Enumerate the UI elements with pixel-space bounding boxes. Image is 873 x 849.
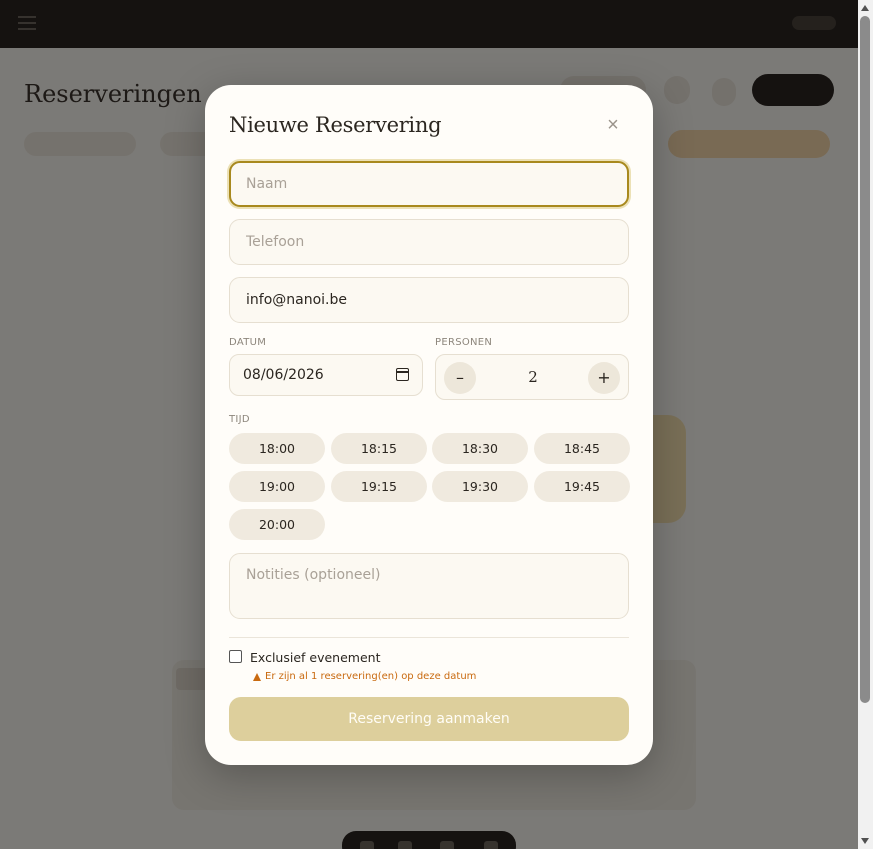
calendar-icon[interactable] [396, 368, 409, 381]
time-slot-button[interactable]: 20:00 [229, 509, 325, 540]
persons-label: PERSONEN [435, 337, 493, 348]
time-slot-button[interactable]: 18:30 [432, 433, 528, 464]
time-slot-button[interactable]: 18:00 [229, 433, 325, 464]
time-slot-button[interactable]: 18:45 [534, 433, 630, 464]
persons-value: 2 [528, 368, 538, 386]
decrease-persons-button[interactable]: – [444, 362, 476, 394]
date-input[interactable]: 08/06/2026 [229, 354, 423, 396]
email-input[interactable] [229, 277, 629, 323]
divider [229, 637, 629, 638]
date-value: 08/06/2026 [243, 367, 324, 383]
exclusive-event-label[interactable]: Exclusief evenement [250, 650, 380, 665]
name-input[interactable] [229, 161, 629, 207]
persons-stepper: – 2 + [435, 354, 629, 400]
create-reservation-button[interactable]: Reservering aanmaken [229, 697, 629, 741]
time-slot-button[interactable]: 18:15 [331, 433, 427, 464]
date-warning: Er zijn al 1 reservering(en) op deze dat… [253, 671, 476, 682]
phone-input[interactable] [229, 219, 629, 265]
scroll-down-arrow-icon[interactable] [861, 838, 869, 844]
time-slot-button[interactable]: 19:15 [331, 471, 427, 502]
date-label: DATUM [229, 337, 267, 348]
scroll-up-arrow-icon[interactable] [861, 5, 869, 11]
time-slot-button[interactable]: 19:00 [229, 471, 325, 502]
time-label: TIJD [229, 414, 250, 425]
warning-icon [253, 672, 261, 681]
scrollbar[interactable] [858, 0, 873, 849]
close-icon[interactable]: × [603, 113, 623, 137]
modal-title: Nieuwe Reservering [229, 113, 442, 137]
time-slot-button[interactable]: 19:30 [432, 471, 528, 502]
increase-persons-button[interactable]: + [588, 362, 620, 394]
exclusive-event-checkbox[interactable] [229, 650, 242, 663]
warning-text: Er zijn al 1 reservering(en) op deze dat… [265, 671, 477, 682]
scroll-thumb[interactable] [860, 16, 870, 703]
time-slot-button[interactable]: 19:45 [534, 471, 630, 502]
notes-textarea[interactable] [229, 553, 629, 619]
new-reservation-modal: Nieuwe Reservering × DATUM PERSONEN 08/0… [205, 85, 653, 765]
